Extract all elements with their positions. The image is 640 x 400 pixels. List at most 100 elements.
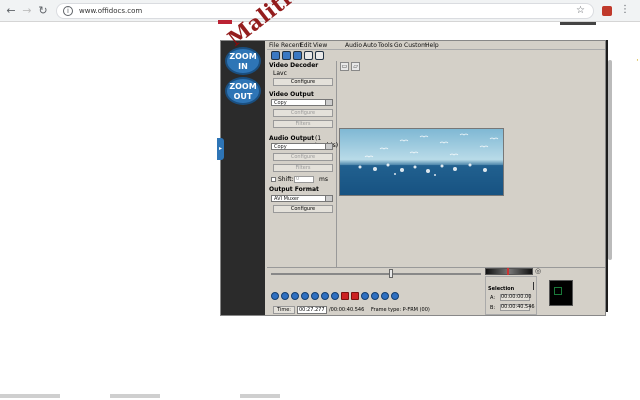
forward-icon[interactable] — [291, 292, 299, 300]
viewer-toolbar: ▭ ▱ — [340, 62, 360, 71]
audio-output-select[interactable]: Copy — [271, 143, 333, 150]
audio-filters-button[interactable]: Filters — [273, 164, 333, 172]
rewind-icon[interactable] — [281, 292, 289, 300]
back-icon[interactable]: ← — [4, 4, 18, 18]
menu-custom[interactable]: Custom — [404, 42, 427, 49]
format-configure-button[interactable]: Configure — [273, 205, 333, 213]
shift-checkbox[interactable] — [271, 177, 276, 182]
video-viewer: ▭ ▱ — [338, 61, 605, 267]
page-footer-text — [240, 394, 280, 398]
volume-meter[interactable] — [485, 268, 533, 275]
seek-track[interactable] — [271, 273, 481, 275]
zoom-in-label-2: IN — [238, 62, 248, 71]
output-view-icon[interactable]: ▱ — [351, 62, 360, 71]
extension-icon[interactable] — [602, 6, 612, 16]
audio-meter — [549, 280, 573, 306]
current-time-input[interactable]: 00:27.277 — [297, 306, 327, 314]
url-text[interactable]: www.offidocs.com — [79, 7, 142, 15]
menu-audio[interactable]: Audio — [345, 42, 362, 49]
output-format-title: Output Format — [269, 186, 319, 193]
decoder-configure-button[interactable]: Configure — [273, 78, 333, 86]
prev-keyframe-icon[interactable] — [321, 292, 329, 300]
set-marker-a-icon[interactable] — [341, 292, 349, 300]
menu-view[interactable]: View — [313, 42, 327, 49]
remote-app-window: ZOOM IN ZOOM OUT ▸ File Recent Edit View… — [217, 40, 606, 316]
selection-title: Selection — [488, 286, 515, 292]
transport-area: ◎ Time: 00:27.277 /00:00:40.546 Frame ty… — [267, 267, 605, 315]
browser-menu-icon[interactable]: ⋮ — [620, 4, 630, 15]
selection-spinner[interactable] — [533, 282, 536, 290]
menu-file[interactable]: File — [269, 42, 279, 49]
page-side-marker: · — [636, 56, 639, 66]
video-configure-button[interactable]: Configure — [273, 109, 333, 117]
menu-go[interactable]: Go — [394, 42, 402, 49]
zoom-out-label-2: OUT — [233, 92, 253, 101]
play-icon[interactable] — [271, 292, 279, 300]
total-duration: /00:00:40.546 — [329, 307, 365, 313]
address-bar[interactable]: i www.offidocs.com ☆ — [56, 3, 594, 19]
marker-b-label: B: — [490, 305, 496, 311]
prev-frame-icon[interactable] — [301, 292, 309, 300]
browser-toolbar: ← → ↻ i www.offidocs.com ☆ ⋮ — [0, 0, 640, 22]
shift-input[interactable]: 0 — [294, 176, 314, 183]
set-marker-b-icon[interactable] — [351, 292, 359, 300]
seek-thumb[interactable] — [389, 269, 393, 278]
zoom-in-label-1: ZOOM — [229, 52, 257, 61]
video-frame-preview — [339, 128, 504, 196]
video-filters-button[interactable]: Filters — [273, 120, 333, 128]
app-menubar: File Recent Edit View Audio Auto Tools G… — [267, 41, 605, 50]
app-toolbar — [267, 50, 605, 61]
side-panel-toggle[interactable]: ▸ — [217, 138, 224, 160]
goto-first-icon[interactable] — [381, 292, 389, 300]
zoom-in-button[interactable]: ZOOM IN — [225, 47, 261, 75]
output-format-select[interactable]: AVI Muxer — [271, 195, 333, 202]
video-decoder-title: Video Decoder — [269, 62, 319, 69]
menu-edit[interactable]: Edit — [300, 42, 312, 49]
open-file-icon[interactable] — [271, 51, 280, 60]
goto-last-icon[interactable] — [391, 292, 399, 300]
marker-a-label: A: — [490, 295, 496, 301]
video-output-title: Video Output — [269, 91, 314, 98]
page-logo-fragment — [218, 20, 232, 24]
next-black-icon[interactable] — [371, 292, 379, 300]
page-scrollbar[interactable] — [608, 60, 612, 260]
zoom-rail: ZOOM IN ZOOM OUT ▸ — [217, 41, 265, 315]
prev-black-icon[interactable] — [361, 292, 369, 300]
menu-auto[interactable]: Auto — [363, 42, 377, 49]
marker-a-value[interactable]: 00:00:00.00 — [500, 294, 531, 301]
audio-configure-button[interactable]: Configure — [273, 153, 333, 161]
codec-panel: Video Decoder Lavc Configure Video Outpu… — [267, 61, 340, 267]
forward-icon[interactable]: → — [20, 4, 34, 18]
save-file-icon[interactable] — [282, 51, 291, 60]
selection-group: Selection A: 00:00:00.00 B: 00:00:40.546 — [485, 276, 537, 315]
page-footer-text — [0, 394, 60, 398]
volume-icon[interactable]: ◎ — [535, 267, 541, 275]
info-icon[interactable] — [293, 51, 302, 60]
menu-tools[interactable]: Tools — [378, 42, 393, 49]
zoom-out-label-1: ZOOM — [229, 82, 257, 91]
decoder-name: Lavc — [273, 70, 287, 77]
reload-icon[interactable]: ↻ — [36, 4, 50, 18]
volume-marker[interactable] — [507, 268, 509, 275]
site-info-icon[interactable]: i — [63, 6, 73, 16]
seagulls-sea-image — [340, 129, 503, 195]
frame-type: Frame type: P-FRM (00) — [371, 307, 430, 313]
zoom-out-button[interactable]: ZOOM OUT — [225, 77, 261, 105]
calculator-icon[interactable] — [304, 51, 313, 60]
menu-help[interactable]: Help — [425, 42, 439, 49]
bookmark-star-icon[interactable]: ☆ — [576, 5, 585, 16]
page-heading-fragment — [560, 22, 596, 25]
marker-b-value[interactable]: 00:00:40.546 — [500, 304, 535, 311]
video-output-select[interactable]: Copy — [271, 99, 333, 106]
audio-output-title: Audio Output — [269, 135, 315, 142]
next-frame-icon[interactable] — [311, 292, 319, 300]
menu-recent[interactable]: Recent — [281, 42, 302, 49]
page-footer-text — [110, 394, 160, 398]
shift-label: Shift: — [278, 176, 294, 183]
audio-meter-indicator — [554, 287, 562, 295]
time-button[interactable]: Time: — [273, 306, 295, 314]
shift-unit: ms — [319, 176, 328, 183]
next-keyframe-icon[interactable] — [331, 292, 339, 300]
input-view-icon[interactable]: ▭ — [340, 62, 349, 71]
script-icon[interactable] — [315, 51, 324, 60]
